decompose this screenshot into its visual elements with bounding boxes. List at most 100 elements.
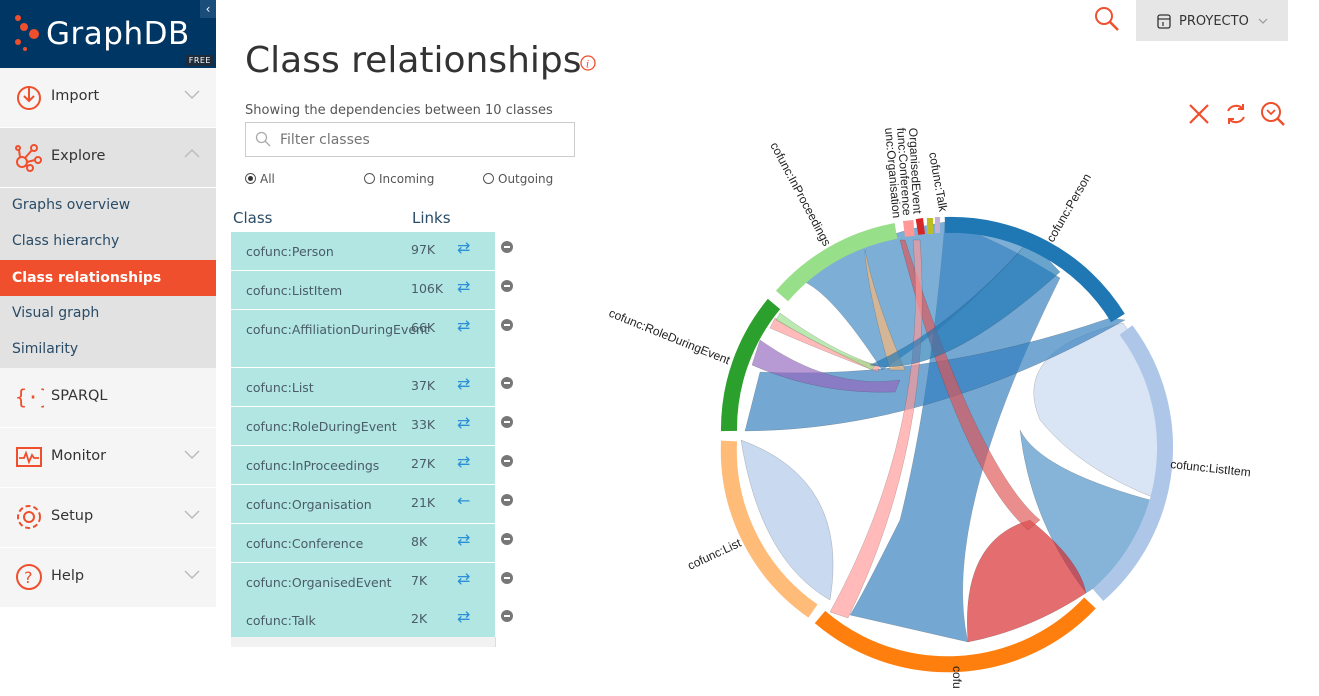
- repository-name: PROYECTO: [1179, 14, 1249, 29]
- class-links-count: 27K: [411, 456, 436, 471]
- repository-icon: [1157, 14, 1171, 29]
- class-row[interactable]: cofunc:Talk 2K ⇄: [231, 601, 513, 638]
- remove-class-icon[interactable]: [501, 533, 513, 545]
- remove-class-icon[interactable]: [501, 319, 513, 331]
- close-icon[interactable]: [1186, 101, 1212, 127]
- nav-import[interactable]: Import: [0, 68, 216, 128]
- column-header-links[interactable]: Links: [412, 209, 451, 227]
- chord-list-self[interactable]: [740, 439, 834, 601]
- nav-setup-label: Setup: [51, 508, 94, 524]
- nav-setup[interactable]: Setup: [0, 488, 216, 548]
- brand-name: GraphDB: [46, 16, 190, 52]
- class-name[interactable]: cofunc:Person: [246, 242, 396, 261]
- remove-class-icon[interactable]: [501, 610, 513, 622]
- radio-incoming-label: Incoming: [379, 172, 435, 186]
- class-name[interactable]: cofunc:OrganisedEvent: [246, 573, 396, 592]
- radio-icon: [483, 173, 494, 184]
- direction-arrows-icon: ⇄: [457, 530, 471, 549]
- class-links-count: 97K: [411, 242, 436, 257]
- list-scroll-end: [231, 637, 496, 647]
- nav-help[interactable]: ? Help: [0, 548, 216, 608]
- sidebar-item-similarity[interactable]: Similarity: [12, 341, 78, 357]
- chord-diagram[interactable]: cofunc:Person cofunc:ListItem cofunc:Lis…: [600, 125, 1290, 696]
- column-header-class[interactable]: Class: [233, 209, 272, 227]
- monitor-icon: [16, 447, 42, 467]
- chevron-up-icon: [184, 148, 200, 158]
- direction-arrows-icon: ⇄: [457, 452, 471, 471]
- nav-sparql[interactable]: {·} SPARQL: [0, 368, 216, 428]
- import-icon: [17, 86, 41, 110]
- edition-badge: FREE: [185, 55, 214, 66]
- remove-class-icon[interactable]: [501, 494, 513, 506]
- chord-label-inproceedings: cofunc:InProceedings: [767, 140, 834, 248]
- nav-import-label: Import: [51, 88, 100, 104]
- arc-organisation[interactable]: [903, 220, 915, 237]
- radio-all[interactable]: All: [245, 172, 275, 186]
- radio-selected-icon: [245, 173, 256, 184]
- chord-label-person: cofunc:Person: [1043, 171, 1093, 244]
- class-row[interactable]: cofunc:Organisation 21K ←: [231, 485, 513, 524]
- nav-sparql-label: SPARQL: [51, 388, 108, 404]
- chevron-down-icon: [184, 450, 200, 460]
- class-row[interactable]: cofunc:RoleDuringEvent 33K ⇄: [231, 407, 513, 446]
- remove-class-icon[interactable]: [501, 280, 513, 292]
- graphdb-logo[interactable]: GraphDB FREE ‹: [0, 0, 216, 68]
- sparql-braces-icon: {·}: [15, 385, 44, 409]
- nav-explore[interactable]: Explore: [0, 128, 216, 188]
- dependencies-summary: Showing the dependencies between 10 clas…: [245, 103, 553, 118]
- repository-selector[interactable]: PROYECTO: [1136, 0, 1288, 41]
- remove-class-icon[interactable]: [501, 377, 513, 389]
- info-icon[interactable]: i: [580, 55, 596, 71]
- direction-arrows-icon: ⇄: [457, 374, 471, 393]
- svg-text:{·}: {·}: [15, 385, 44, 409]
- class-row[interactable]: cofunc:Person 97K ⇄: [231, 232, 513, 271]
- class-links-count: 66K: [411, 320, 436, 335]
- class-name[interactable]: cofunc:Talk: [246, 611, 396, 630]
- filter-classes-input[interactable]: [278, 129, 562, 151]
- filter-classes-field[interactable]: [245, 122, 575, 157]
- class-links-count: 8K: [411, 534, 428, 549]
- sidebar-item-class-relationships[interactable]: Class relationships: [0, 260, 216, 296]
- chevron-down-icon: [184, 510, 200, 520]
- radio-incoming[interactable]: Incoming: [364, 172, 434, 186]
- arc-conference[interactable]: [915, 218, 926, 235]
- svg-text:?: ?: [24, 568, 33, 587]
- collapse-sidebar-button[interactable]: ‹: [200, 0, 216, 18]
- class-name[interactable]: cofunc:RoleDuringEvent: [246, 417, 397, 436]
- class-name[interactable]: cofunc:InProceedings: [246, 456, 396, 475]
- class-name[interactable]: cofunc:Conference: [246, 534, 396, 553]
- class-name[interactable]: cofunc:List: [246, 378, 396, 397]
- refresh-icon[interactable]: [1223, 101, 1249, 127]
- nav-monitor-label: Monitor: [51, 448, 107, 464]
- class-row[interactable]: cofunc:List 37K ⇄: [231, 368, 513, 407]
- class-row[interactable]: cofunc:AffiliationDuringEvent 66K ⇄: [231, 310, 513, 368]
- class-row[interactable]: cofunc:InProceedings 27K ⇄: [231, 446, 513, 485]
- remove-class-icon[interactable]: [501, 416, 513, 428]
- nav-monitor[interactable]: Monitor: [0, 428, 216, 488]
- remove-class-icon[interactable]: [501, 241, 513, 253]
- chord-label-listitem: cofunc:ListItem: [1170, 457, 1252, 479]
- sidebar-item-visual-graph[interactable]: Visual graph: [12, 305, 99, 321]
- class-row[interactable]: cofunc:OrganisedEvent 7K ⇄: [231, 563, 513, 602]
- class-name[interactable]: cofunc:AffiliationDuringEvent: [246, 320, 429, 339]
- direction-arrows-icon: ⇄: [457, 569, 471, 588]
- remove-class-icon[interactable]: [501, 572, 513, 584]
- nav-explore-label: Explore: [51, 148, 106, 164]
- help-icon: ?: [16, 564, 42, 590]
- class-links-count: 21K: [411, 495, 436, 510]
- search-icon[interactable]: [1094, 6, 1120, 32]
- radio-outgoing-label: Outgoing: [498, 172, 554, 186]
- sidebar-item-class-hierarchy[interactable]: Class hierarchy: [12, 233, 119, 249]
- class-row[interactable]: cofunc:ListItem 106K ⇄: [231, 271, 513, 310]
- radio-icon: [364, 173, 375, 184]
- sidebar-item-graphs-overview[interactable]: Graphs overview: [12, 197, 130, 213]
- radio-outgoing[interactable]: Outgoing: [483, 172, 553, 186]
- class-name[interactable]: cofunc:Organisation: [246, 495, 396, 514]
- explore-graph-icon: [15, 144, 42, 172]
- remove-class-icon[interactable]: [501, 455, 513, 467]
- class-name[interactable]: cofunc:ListItem: [246, 281, 396, 300]
- class-row[interactable]: cofunc:Conference 8K ⇄: [231, 524, 513, 563]
- class-links-count: 37K: [411, 378, 436, 393]
- gear-icon: [17, 505, 41, 529]
- zoom-reset-icon[interactable]: [1260, 101, 1286, 127]
